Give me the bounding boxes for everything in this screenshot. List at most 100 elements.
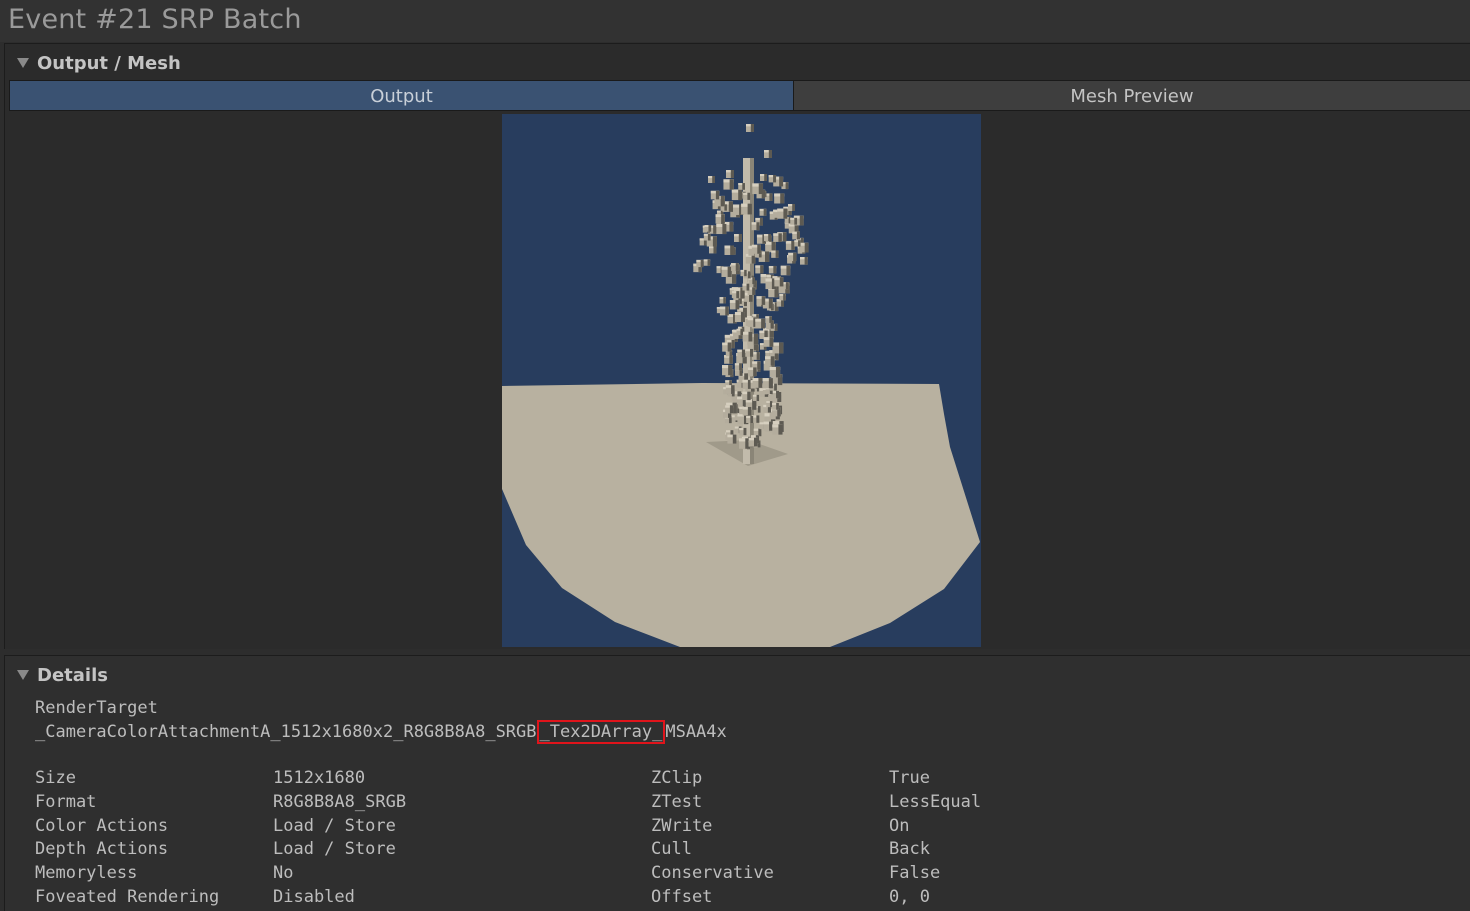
- property-value: Load / Store: [273, 839, 396, 860]
- property-value: On: [889, 815, 910, 836]
- voxel-shade: [764, 174, 767, 181]
- voxel-shade: [735, 263, 739, 271]
- property-name: Color Actions: [35, 815, 169, 836]
- output-mesh-title: Output / Mesh: [37, 52, 181, 74]
- voxel-shade: [776, 390, 780, 399]
- voxel-shade: [730, 245, 734, 255]
- voxel-shade: [756, 222, 760, 231]
- voxel-shade: [740, 312, 745, 323]
- voxel-shade: [783, 293, 786, 301]
- property-value: 1512x1680: [273, 768, 366, 788]
- voxel-shade: [700, 259, 704, 268]
- voxel-shade: [761, 318, 766, 329]
- voxel-shade: [715, 190, 720, 200]
- preview-tabs: Output Mesh Preview: [9, 80, 1470, 113]
- details-section: Details RenderTarget _CameraColorAttachm…: [4, 655, 1470, 911]
- property-name: Size: [35, 768, 76, 788]
- voxel-shade: [727, 342, 732, 352]
- details-title: Details: [37, 664, 108, 686]
- property-value: False: [889, 863, 941, 884]
- voxel-shade: [752, 287, 756, 295]
- voxel-shade: [712, 176, 715, 183]
- voxel-shade: [783, 208, 788, 219]
- voxel-shade: [764, 251, 770, 262]
- property-value: True: [889, 768, 930, 788]
- voxel-shade: [720, 195, 725, 207]
- voxel-shade: [744, 269, 747, 277]
- voxel-shade: [757, 361, 761, 370]
- voxel-shade: [804, 242, 809, 253]
- voxel-shade: [731, 339, 735, 349]
- voxel-shade: [757, 406, 761, 413]
- voxel-shade: [746, 283, 750, 291]
- voxel-shade: [785, 182, 789, 190]
- voxel-shade: [747, 203, 752, 215]
- voxel-shade: [799, 215, 804, 226]
- voxel-shade: [782, 232, 787, 242]
- voxel-shade: [752, 277, 755, 285]
- voxel-shade: [758, 183, 764, 195]
- output-mesh-foldout[interactable]: Output / Mesh: [17, 52, 181, 74]
- voxel-shade: [753, 437, 758, 447]
- voxel-shade: [731, 273, 737, 284]
- voxel-shade: [786, 265, 791, 276]
- voxel-shade: [736, 291, 740, 299]
- details-foldout[interactable]: Details: [17, 664, 108, 686]
- voxel-shade: [773, 265, 777, 274]
- voxel-shade: [747, 192, 751, 200]
- voxel-shade: [763, 208, 767, 216]
- voxel-shade: [759, 217, 763, 226]
- render-target-name: _CameraColorAttachmentA_1512x1680x2_R8G8…: [35, 720, 727, 744]
- render-target-name-prefix: _CameraColorAttachmentA_1512x1680x2_R8G8…: [35, 722, 537, 742]
- voxel-shade: [748, 331, 753, 342]
- foldout-triangle-icon[interactable]: [17, 58, 29, 68]
- voxel-shade: [712, 236, 717, 247]
- voxel-shade: [770, 356, 775, 366]
- render-target-highlight: _Tex2DArray_: [536, 720, 666, 744]
- property-row: Foveated Rendering Disabled Offset 0, 0: [35, 886, 1035, 910]
- voxel-shade: [778, 424, 783, 435]
- voxel-shade: [778, 233, 782, 242]
- property-name: Cull: [651, 839, 692, 860]
- render-target-block: RenderTarget _CameraColorAttachmentA_151…: [35, 696, 727, 744]
- voxel-shade: [740, 328, 743, 336]
- voxel-shade: [775, 366, 781, 378]
- property-name: ZWrite: [651, 815, 713, 836]
- property-name: Foveated Rendering: [35, 886, 220, 907]
- voxel-shade: [729, 179, 734, 190]
- voxel-shade: [749, 348, 754, 357]
- voxel-shade: [735, 300, 740, 310]
- tab-output[interactable]: Output: [9, 80, 794, 111]
- voxel-shade: [804, 257, 808, 265]
- properties-grid: Size 1512x1680 ZClip True Format R8G8B8A8_SRG…: [35, 767, 1035, 910]
- voxel-shade: [728, 365, 733, 376]
- voxel-shade: [776, 402, 779, 410]
- property-name: ZClip: [651, 768, 703, 788]
- voxel-shade: [741, 349, 746, 358]
- voxel-shade: [708, 225, 712, 232]
- foldout-triangle-icon[interactable]: [17, 670, 29, 680]
- voxel-shade: [732, 434, 737, 444]
- voxel-shade: [769, 193, 773, 201]
- output-viewport: [9, 114, 1470, 647]
- property-value: 0, 0: [889, 886, 930, 907]
- property-name: Depth Actions: [35, 839, 169, 860]
- tab-mesh-preview[interactable]: Mesh Preview: [794, 80, 1470, 111]
- voxel-shade: [753, 333, 759, 345]
- voxel-shade: [747, 271, 751, 279]
- voxel-shade: [769, 316, 772, 323]
- window-title: Event #21 SRP Batch: [8, 4, 302, 35]
- property-row: Format R8G8B8A8_SRGB ZTest LessEqual: [35, 791, 1035, 815]
- voxel-shade: [729, 221, 734, 232]
- property-name: ZTest: [651, 791, 703, 812]
- voxel-shade: [756, 415, 760, 423]
- voxel-shade: [723, 297, 726, 304]
- voxel-shade: [756, 394, 760, 402]
- voxel-shade: [753, 367, 757, 377]
- property-value: Disabled: [273, 886, 355, 907]
- property-row: Memoryless No Conservative False: [35, 862, 1035, 886]
- voxel-shade: [731, 385, 735, 394]
- voxel-shade: [743, 427, 747, 436]
- voxel-shade: [747, 391, 751, 401]
- voxel-shade: [707, 259, 711, 266]
